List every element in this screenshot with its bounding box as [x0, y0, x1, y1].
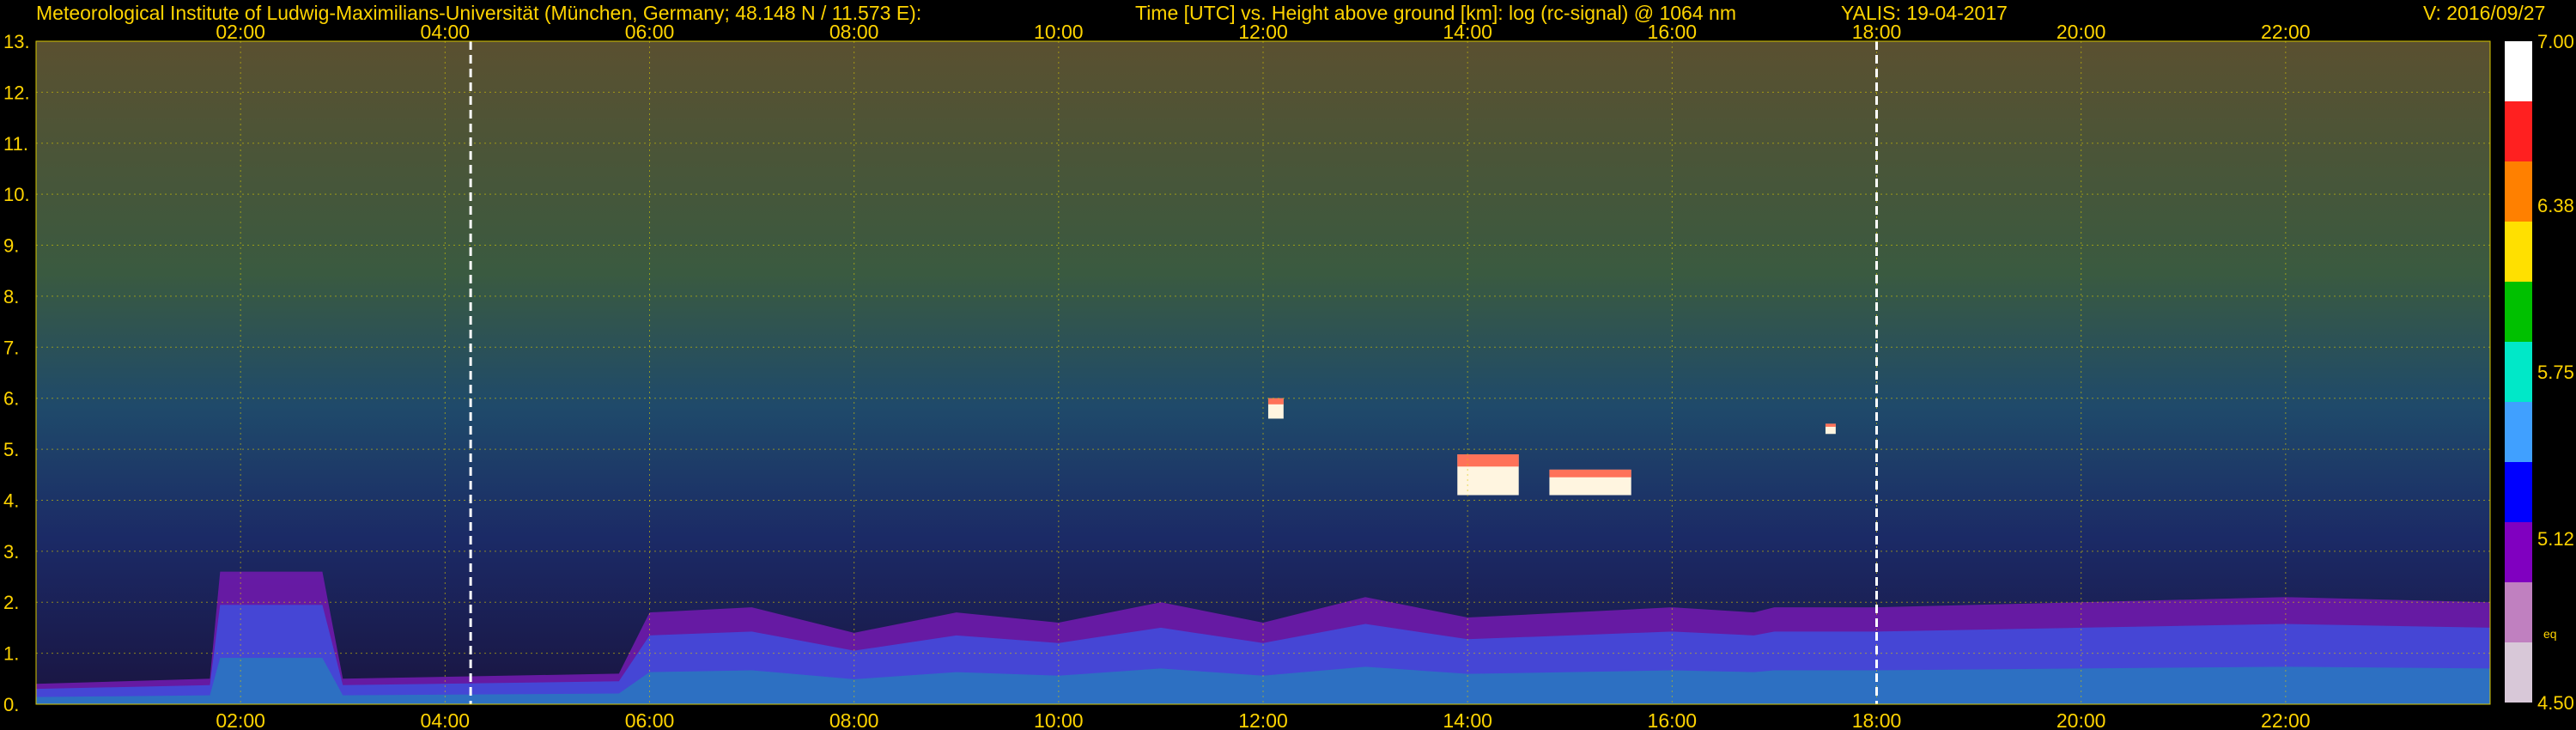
x-tick-label-bottom: 12:00 — [1238, 709, 1288, 730]
x-tick-label-bottom: 20:00 — [2057, 709, 2106, 730]
colorbar-segment — [2505, 101, 2532, 162]
colorbar-tick-label: 4.50 — [2537, 692, 2574, 714]
cloud-patch-edge — [1825, 423, 1836, 427]
colorbar-segment — [2505, 222, 2532, 283]
x-tick-label-bottom: 06:00 — [625, 709, 675, 730]
x-tick-label-top: 16:00 — [1648, 21, 1698, 43]
lidar-backscatter-heatmap: 0. 1. 2. 3. 4. 5. 6. 7. 8. 9. 10. 11. 12. 13. 02:00 02:… — [3, 21, 2491, 730]
x-tick-label-top: 10:00 — [1034, 21, 1084, 43]
y-tick-label: 11. — [3, 133, 28, 155]
y-tick-label: 4. — [3, 490, 19, 511]
x-tick-label-top: 14:00 — [1443, 21, 1492, 43]
x-tick-label-bottom: 04:00 — [421, 709, 471, 730]
x-tick-label-top: 02:00 — [216, 21, 265, 43]
cloud-patch-edge — [1457, 454, 1519, 467]
x-tick-label-bottom: 08:00 — [829, 709, 879, 730]
x-tick-label-top: 22:00 — [2261, 21, 2311, 43]
colorbar-tick-label: 5.12 — [2537, 528, 2574, 551]
x-tick-label-bottom: 14:00 — [1443, 709, 1492, 730]
colorbar-segment — [2505, 402, 2532, 463]
colorbar — [2505, 41, 2532, 703]
x-tick-label-top: 08:00 — [829, 21, 879, 43]
x-tick-label-bottom: 02:00 — [216, 709, 265, 730]
colorbar-segment — [2505, 522, 2532, 583]
cloud-patch-edge — [1549, 469, 1631, 478]
y-tick-label: 6. — [3, 388, 19, 410]
y-tick-label: 8. — [3, 286, 19, 307]
x-tick-label-top: 20:00 — [2057, 21, 2106, 43]
colorbar-segment — [2505, 41, 2532, 102]
y-tick-label: 1. — [3, 643, 19, 665]
y-tick-label: 10. — [3, 184, 30, 205]
y-tick-label: 0. — [3, 694, 19, 715]
x-tick-label-top: 18:00 — [1852, 21, 1902, 43]
y-tick-label: 2. — [3, 592, 19, 613]
y-tick-label: 13. — [3, 31, 30, 52]
colorbar-segment — [2505, 582, 2532, 643]
colorbar-extra-label: eq — [2543, 627, 2557, 641]
y-tick-label: 9. — [3, 235, 19, 257]
colorbar-segment — [2505, 462, 2532, 523]
colorbar-tick-label: 5.75 — [2537, 362, 2574, 383]
y-tick-label: 3. — [3, 541, 19, 563]
x-tick-label-top: 04:00 — [421, 21, 471, 43]
colorbar-segment — [2505, 642, 2532, 703]
x-tick-label-bottom: 10:00 — [1034, 709, 1084, 730]
x-tick-label-bottom: 18:00 — [1852, 709, 1902, 730]
colorbar-tick-label: 7.00 — [2537, 31, 2574, 52]
x-tick-label-bottom: 22:00 — [2261, 709, 2311, 730]
cloud-patch-edge — [1267, 398, 1284, 405]
y-tick-label: 5. — [3, 439, 19, 460]
colorbar-segment — [2505, 342, 2532, 403]
colorbar-segment — [2505, 161, 2532, 222]
colorbar-tick-label: 6.38 — [2537, 194, 2574, 216]
y-tick-label: 12. — [3, 82, 30, 103]
colorbar-segment — [2505, 282, 2532, 343]
x-tick-label-top: 06:00 — [625, 21, 675, 43]
x-tick-label-top: 12:00 — [1238, 21, 1288, 43]
y-tick-label: 7. — [3, 337, 19, 358]
x-tick-label-bottom: 16:00 — [1648, 709, 1698, 730]
